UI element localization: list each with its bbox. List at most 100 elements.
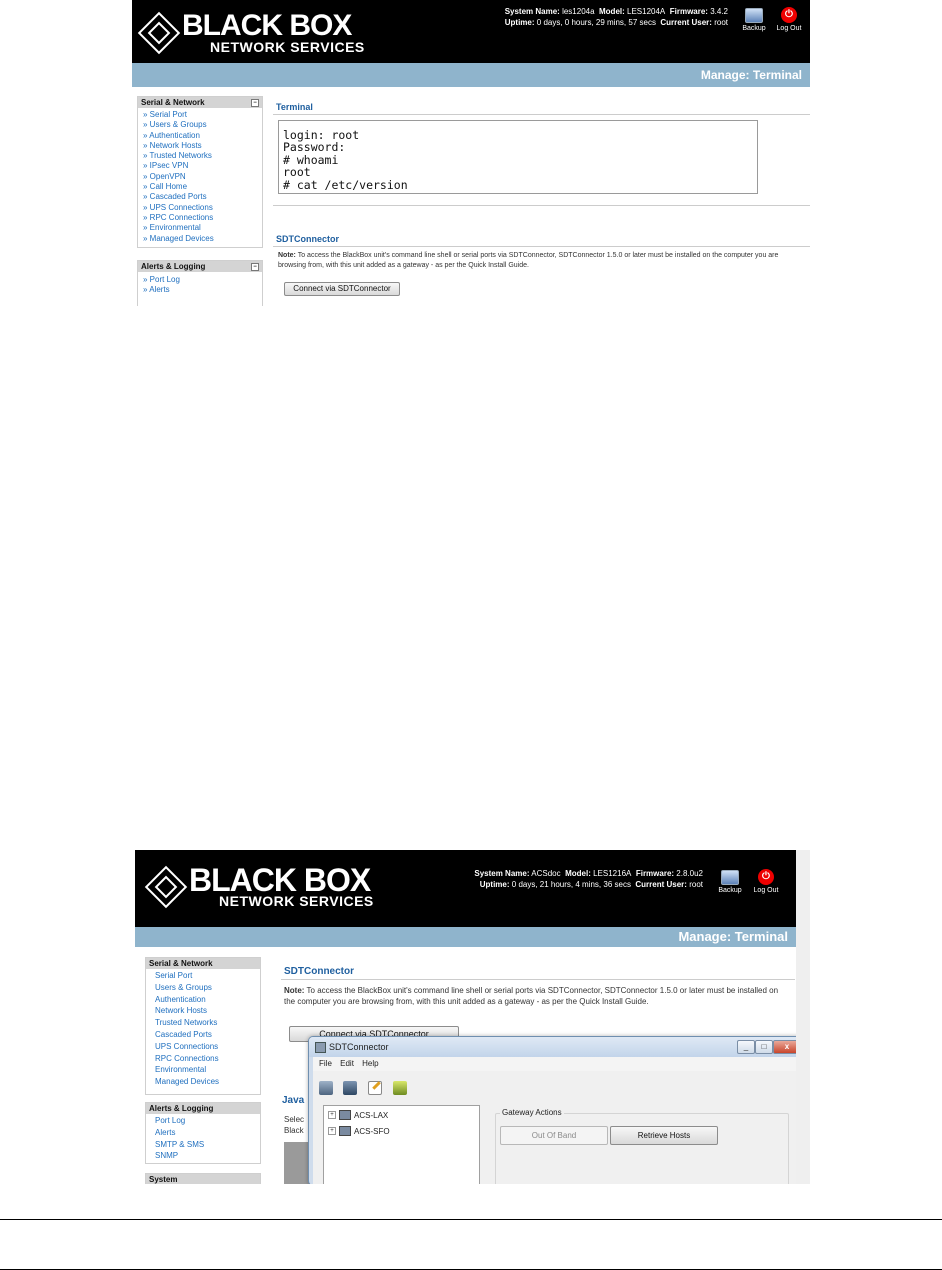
network-gateway-icon[interactable]: [319, 1081, 333, 1095]
collapse-icon[interactable]: −: [251, 99, 259, 107]
menu-help[interactable]: Help: [362, 1059, 378, 1068]
backup-icon: [721, 870, 739, 885]
sidebar-item-ipsec-vpn[interactable]: » IPsec VPN: [143, 161, 262, 171]
sidebar-item-cascaded-ports[interactable]: Cascaded Ports: [155, 1029, 260, 1041]
gateway-tree[interactable]: + ACS-LAX + ACS-SFO: [323, 1105, 480, 1184]
terminal-console[interactable]: login: root Password: # whoami root # ca…: [278, 120, 758, 194]
tree-node-acs-lax[interactable]: + ACS-LAX: [328, 1110, 388, 1120]
logo-diamond-icon: [144, 865, 188, 909]
backup-icon: [745, 8, 763, 23]
sidebar-item-smtp-sms[interactable]: SMTP & SMS: [155, 1139, 260, 1151]
sidebar-item-authentication[interactable]: » Authentication: [143, 131, 262, 141]
sidebar-heading: Alerts & Logging −: [138, 261, 262, 272]
sidebar-item-network-hosts[interactable]: » Network Hosts: [143, 141, 262, 151]
menu-bar: File Edit Help: [313, 1057, 796, 1071]
sidebar-item-cascaded-ports[interactable]: » Cascaded Ports: [143, 192, 262, 202]
header-bar: BLACK BOX NETWORK SERVICES System Name: …: [135, 850, 796, 927]
out-of-band-button[interactable]: Out Of Band: [500, 1126, 608, 1145]
sidebar-item-ups-connections[interactable]: UPS Connections: [155, 1041, 260, 1053]
section-divider: [273, 246, 810, 247]
sidebar-item-users-groups[interactable]: » Users & Groups: [143, 120, 262, 130]
edit-icon[interactable]: [368, 1081, 382, 1095]
sidebar-system: System: [145, 1173, 261, 1184]
expand-icon[interactable]: +: [328, 1111, 336, 1119]
terminal-line: root: [283, 165, 311, 180]
page-title: Manage: Terminal: [700, 68, 802, 82]
section-divider: [281, 979, 795, 980]
java-note-fragment: Selec: [284, 1115, 305, 1124]
sidebar-item-alerts[interactable]: Alerts: [155, 1127, 260, 1139]
sidebar-item-rpc-connections[interactable]: RPC Connections: [155, 1053, 260, 1065]
page-title: Manage: Terminal: [678, 929, 788, 944]
sidebar-heading: Serial & Network −: [138, 97, 262, 108]
sidebar-alerts-logging: Alerts & Logging Port Log Alerts SMTP & …: [145, 1102, 261, 1164]
sidebar-heading: System: [146, 1174, 260, 1184]
sidebar-item-users-groups[interactable]: Users & Groups: [155, 982, 260, 994]
logout-button[interactable]: ⏻ Log Out: [774, 7, 804, 32]
sidebar-item-rpc-connections[interactable]: » RPC Connections: [143, 213, 262, 223]
sidebar-item-alerts[interactable]: » Alerts: [143, 285, 262, 295]
terminal-line: # cat /etc/version: [283, 177, 408, 192]
page-title-bar: Manage: Terminal: [132, 63, 810, 87]
menu-file[interactable]: File: [319, 1059, 332, 1068]
maximize-button[interactable]: □: [755, 1040, 773, 1054]
sidebar-item-call-home[interactable]: » Call Home: [143, 182, 262, 192]
expand-icon[interactable]: +: [328, 1127, 336, 1135]
retrieve-hosts-button[interactable]: Retrieve Hosts: [610, 1126, 718, 1145]
gateway-node-icon: [339, 1126, 351, 1136]
sidebar-item-managed-devices[interactable]: » Managed Devices: [143, 234, 262, 244]
disk-icon[interactable]: [393, 1081, 407, 1095]
header-bar: BLACK BOX NETWORK SERVICES System Name: …: [132, 0, 810, 63]
sidebar-heading: Serial & Network: [146, 958, 260, 969]
sidebar-alerts-logging: Alerts & Logging − » Port Log » Alerts: [137, 260, 263, 306]
sidebar-item-managed-devices[interactable]: Managed Devices: [155, 1076, 260, 1088]
sidebar-item-trusted-networks[interactable]: » Trusted Networks: [143, 151, 262, 161]
screenshot-sdtconnector: BLACK BOX NETWORK SERVICES System Name: …: [135, 850, 810, 1184]
sidebar-item-environmental[interactable]: » Environmental: [143, 223, 262, 233]
menu-edit[interactable]: Edit: [340, 1059, 354, 1068]
sidebar-item-ups-connections[interactable]: » UPS Connections: [143, 203, 262, 213]
sidebar-item-serial-port[interactable]: Serial Port: [155, 970, 260, 982]
sidebar-item-openvpn[interactable]: » OpenVPN: [143, 172, 262, 182]
sidebar-item-authentication[interactable]: Authentication: [155, 994, 260, 1006]
sidebar-item-port-log[interactable]: Port Log: [155, 1115, 260, 1127]
sdt-note: Note: To access the BlackBox unit's comm…: [278, 252, 779, 269]
logo-diamond-icon: [137, 11, 181, 55]
window-title: SDTConnector: [329, 1042, 389, 1052]
collapse-icon[interactable]: −: [251, 263, 259, 271]
terminal-line: # whoami: [283, 152, 339, 167]
app-icon: [315, 1042, 326, 1053]
sidebar-item-trusted-networks[interactable]: Trusted Networks: [155, 1017, 260, 1029]
terminal-section-title: Terminal: [276, 102, 313, 112]
backup-button[interactable]: Backup: [717, 870, 743, 894]
java-note-fragment: Black: [284, 1126, 304, 1135]
sidebar-item-snmp[interactable]: SNMP: [155, 1150, 260, 1162]
terminal-line: Password:: [283, 140, 346, 155]
footer-rule-top: [0, 1219, 942, 1220]
minimize-button[interactable]: _: [737, 1040, 755, 1054]
sidebar-item-serial-port[interactable]: » Serial Port: [143, 110, 262, 120]
close-button[interactable]: x: [773, 1040, 796, 1054]
sdtconnector-section-title: SDTConnector: [284, 966, 354, 977]
gateway-actions-group: Gateway Actions Out Of Band Retrieve Hos…: [495, 1108, 789, 1184]
blackbox-logo: BLACK BOX NETWORK SERVICES: [144, 864, 374, 909]
sdtconnector-window: SDTConnector _ □ x File Edit Help + ACS-…: [308, 1036, 796, 1184]
sidebar-item-port-log[interactable]: » Port Log: [143, 275, 262, 285]
java-section-title: Java: [282, 1095, 305, 1106]
system-info: System Name: ACSdoc Model: LES1216A Firm…: [474, 869, 703, 889]
sidebar-serial-network: Serial & Network − » Serial Port » Users …: [137, 96, 263, 248]
connect-sdtconnector-button[interactable]: Connect via SDTConnector: [284, 282, 400, 296]
section-divider: [273, 114, 810, 115]
computer-icon[interactable]: [343, 1081, 357, 1095]
tree-node-acs-sfo[interactable]: + ACS-SFO: [328, 1126, 390, 1136]
window-title-bar[interactable]: SDTConnector _ □ x: [309, 1037, 796, 1057]
sidebar-item-environmental[interactable]: Environmental: [155, 1064, 260, 1076]
sdtconnector-section-title: SDTConnector: [276, 234, 339, 244]
logout-button[interactable]: ⏻ Log Out: [751, 869, 781, 894]
section-divider: [273, 205, 810, 206]
blackbox-logo: BLACK BOX NETWORK SERVICES: [137, 11, 365, 55]
sidebar-item-network-hosts[interactable]: Network Hosts: [155, 1005, 260, 1017]
backup-button[interactable]: Backup: [741, 8, 767, 32]
page-title-bar: Manage: Terminal: [135, 927, 796, 947]
gateway-actions-label: Gateway Actions: [500, 1108, 564, 1117]
